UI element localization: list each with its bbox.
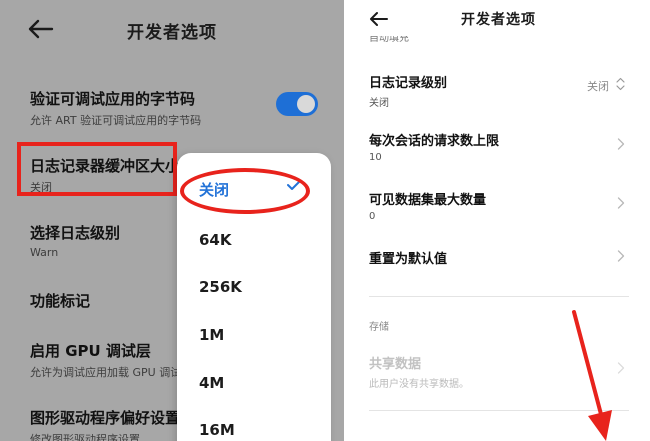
up-down-chevron-icon: [616, 77, 625, 91]
setting-subtitle: 允许为调试应用加载 GPU 调试层: [30, 366, 193, 379]
annotation-arrow-icon: [572, 310, 612, 441]
dropdown-option-64k[interactable]: 64K: [199, 231, 232, 249]
section-divider: [369, 296, 629, 297]
cutoff-setting-text: 自动填充: [369, 36, 409, 44]
highlight-oval: [180, 168, 310, 214]
setting-title: 图形驱动程序偏好设置: [30, 409, 181, 427]
chevron-right-icon: [617, 250, 625, 262]
setting-max-requests-per-session[interactable]: 每次会话的请求数上限 10: [369, 130, 499, 163]
dropdown-option-256k[interactable]: 256K: [199, 278, 242, 296]
setting-title: 可见数据集最大数量: [369, 193, 487, 208]
section-header-storage: 存储: [369, 322, 389, 333]
setting-title: 日志记录级别: [369, 76, 448, 91]
page-title: 开发者选项: [461, 12, 536, 28]
chevron-right-icon: [617, 197, 625, 209]
highlight-box: [17, 142, 177, 196]
setting-subtitle: Warn: [30, 246, 59, 259]
dropdown-option-1m[interactable]: 1M: [199, 326, 224, 344]
setting-title: 验证可调试应用的字节码: [30, 90, 196, 108]
dropdown-option-16m[interactable]: 16M: [199, 421, 235, 439]
setting-logging-level[interactable]: 日志记录级别 关闭: [369, 72, 447, 109]
setting-subtitle: 10: [369, 152, 382, 163]
logging-level-value[interactable]: 关闭: [587, 78, 609, 94]
setting-subtitle: 修改图形驱动程序设置: [30, 433, 140, 441]
dropdown-option-4m[interactable]: 4M: [199, 374, 224, 392]
left-screen: 开发者选项 验证可调试应用的字节码 允许 ART 验证可调试应用的字节码 日志记…: [0, 0, 344, 441]
setting-max-visible-datasets[interactable]: 可见数据集最大数量 0: [369, 189, 486, 222]
setting-gpu-debug-layers[interactable]: 启用 GPU 调试层 允许为调试应用加载 GPU 调试层: [30, 340, 192, 380]
setting-verify-bytecode[interactable]: 验证可调试应用的字节码 允许 ART 验证可调试应用的字节码: [30, 88, 201, 128]
setting-title: 共享数据: [369, 357, 422, 372]
setting-title: 重置为默认值: [369, 252, 448, 267]
setting-subtitle: 允许 ART 验证可调试应用的字节码: [30, 114, 202, 127]
setting-log-level[interactable]: 选择日志级别 Warn: [30, 222, 120, 259]
setting-subtitle: 0: [369, 211, 376, 222]
setting-subtitle: 关闭: [369, 98, 389, 109]
setting-graphics-driver[interactable]: 图形驱动程序偏好设置 修改图形驱动程序设置: [30, 407, 180, 441]
setting-title: 启用 GPU 调试层: [30, 342, 151, 360]
setting-subtitle: 此用户没有共享数据。: [369, 379, 469, 390]
page-title: 开发者选项: [127, 23, 217, 43]
setting-feature-flags[interactable]: 功能标记: [30, 290, 90, 311]
setting-shared-data[interactable]: 共享数据 此用户没有共享数据。: [369, 353, 469, 390]
setting-title: 选择日志级别: [30, 224, 121, 242]
setting-reset-defaults[interactable]: 重置为默认值: [369, 248, 447, 267]
setting-title: 每次会话的请求数上限: [369, 134, 500, 149]
toggle-knob: [297, 95, 315, 113]
verify-bytecode-toggle[interactable]: [276, 92, 318, 116]
chevron-right-icon: [617, 138, 625, 150]
setting-title: 功能标记: [30, 292, 91, 310]
